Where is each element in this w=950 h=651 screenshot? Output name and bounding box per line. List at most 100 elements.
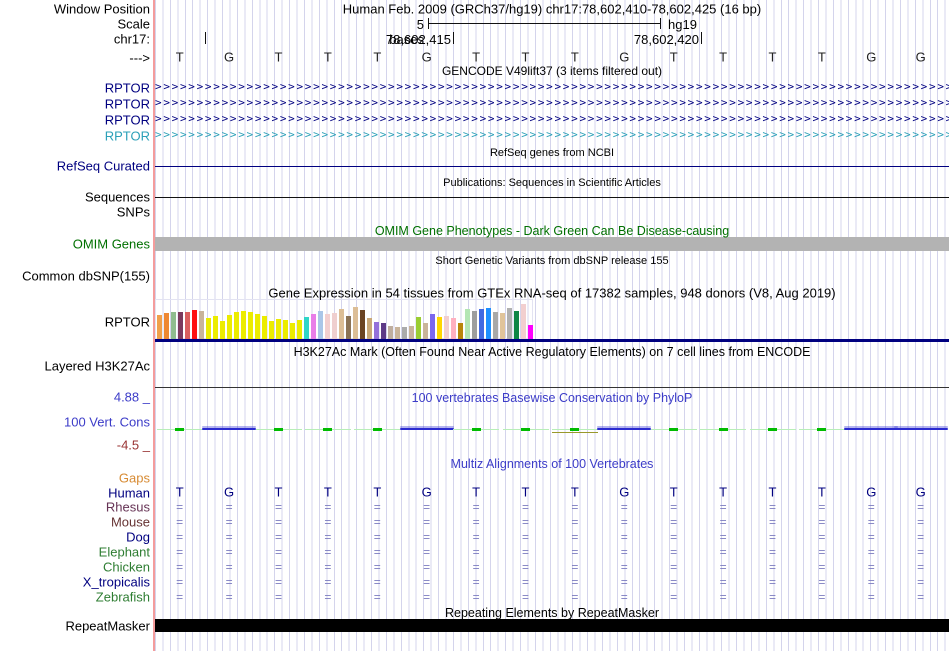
gtex-tissue-bar[interactable] bbox=[520, 304, 526, 339]
track-label-refseq-curated[interactable]: RefSeq Curated bbox=[0, 159, 167, 174]
phylop-mark-green[interactable] bbox=[372, 428, 382, 431]
gtex-tissue-bar[interactable] bbox=[331, 313, 337, 339]
phylop-mark-blue[interactable] bbox=[893, 428, 948, 430]
gene-exon-arrows[interactable]: >>>>>>>>>>>>>>>>>>>>>>>>>>>>>>>>>>>>>>>>… bbox=[155, 80, 949, 94]
gtex-tissue-bar[interactable] bbox=[527, 325, 533, 339]
gtex-tissue-bar[interactable] bbox=[184, 312, 190, 339]
track-label-omim-genes[interactable]: OMIM Genes bbox=[0, 237, 170, 252]
multiz-species-label-mouse[interactable]: Mouse bbox=[0, 515, 150, 530]
gtex-tissue-bar[interactable] bbox=[219, 321, 225, 339]
repeatmasker-element-bar[interactable] bbox=[155, 619, 949, 632]
phylop-mark-blue[interactable] bbox=[202, 428, 257, 430]
multiz-species-label-x_tropicalis[interactable]: X_tropicalis bbox=[0, 575, 150, 590]
gtex-tissue-bar[interactable] bbox=[499, 313, 505, 339]
gtex-tissue-bar[interactable] bbox=[394, 327, 400, 339]
gene-exon-arrows[interactable]: >>>>>>>>>>>>>>>>>>>>>>>>>>>>>>>>>>>>>>>>… bbox=[155, 96, 949, 110]
gtex-tissue-bar[interactable] bbox=[163, 313, 169, 339]
gtex-tissue-bar[interactable] bbox=[401, 327, 407, 339]
phylop-mark-green[interactable] bbox=[718, 428, 728, 431]
gtex-tissue-bar[interactable] bbox=[198, 311, 204, 339]
gene-exon-arrows[interactable]: >>>>>>>>>>>>>>>>>>>>>>>>>>>>>>>>>>>>>>>>… bbox=[155, 128, 949, 142]
phylop-mark-blue[interactable] bbox=[399, 428, 454, 430]
multiz-species-label-dog[interactable]: Dog bbox=[0, 530, 150, 545]
gtex-tissue-bar[interactable] bbox=[506, 308, 512, 339]
gtex-tissue-bar[interactable] bbox=[191, 310, 197, 339]
phylop-mark-green[interactable] bbox=[669, 428, 679, 431]
gtex-gene-model-bar[interactable] bbox=[155, 339, 949, 342]
phylop-mark-green[interactable] bbox=[521, 428, 530, 431]
gtex-tissue-bar[interactable] bbox=[387, 326, 393, 339]
gtex-tissue-bar[interactable] bbox=[492, 312, 498, 339]
gtex-tissue-bar[interactable] bbox=[170, 312, 176, 339]
refseq-gene-line[interactable] bbox=[155, 166, 949, 167]
gtex-tissue-bar[interactable] bbox=[177, 312, 183, 339]
phylop-mark-green[interactable] bbox=[768, 428, 777, 431]
gtex-tissue-bar[interactable] bbox=[485, 308, 491, 339]
track-label-common-dbsnp[interactable]: Common dbSNP(155) bbox=[0, 269, 164, 284]
track-label-layered-h3k27ac[interactable]: Layered H3K27Ac bbox=[0, 359, 195, 374]
phylop-mark-green[interactable] bbox=[817, 428, 827, 431]
gtex-tissue-bar[interactable] bbox=[268, 321, 274, 339]
gtex-tissue-bar[interactable] bbox=[478, 309, 484, 339]
gtex-tissue-bar[interactable] bbox=[310, 314, 316, 339]
multiz-species-label-zebrafish[interactable]: Zebrafish bbox=[0, 590, 150, 605]
phylop-mark-green[interactable] bbox=[471, 428, 481, 431]
gtex-tissue-bar[interactable] bbox=[247, 312, 253, 339]
gene-label-rptor-4[interactable]: RPTOR bbox=[0, 129, 150, 144]
gtex-gene-label[interactable]: RPTOR bbox=[0, 315, 150, 330]
gtex-tissue-bar[interactable] bbox=[429, 314, 435, 339]
gene-label-rptor-2[interactable]: RPTOR bbox=[0, 97, 150, 112]
gtex-tissue-bar[interactable] bbox=[226, 315, 232, 339]
gene-exon-arrows[interactable]: >>>>>>>>>>>>>>>>>>>>>>>>>>>>>>>>>>>>>>>>… bbox=[155, 112, 949, 126]
gtex-tissue-bar[interactable] bbox=[443, 316, 449, 339]
track-label-snps[interactable]: SNPs bbox=[0, 205, 167, 220]
multiz-species-label-rhesus[interactable]: Rhesus bbox=[0, 500, 150, 515]
gtex-tissue-bar[interactable] bbox=[317, 311, 323, 339]
gtex-tissue-bar[interactable] bbox=[282, 320, 288, 339]
gtex-tissue-bar[interactable] bbox=[373, 322, 379, 339]
gtex-tissue-bar[interactable] bbox=[324, 314, 330, 339]
track-label-sequences[interactable]: Sequences bbox=[0, 190, 167, 205]
track-label-repeatmasker[interactable]: RepeatMasker bbox=[0, 619, 167, 634]
gtex-tissue-bar[interactable] bbox=[436, 317, 442, 339]
gtex-tissue-bar[interactable] bbox=[345, 316, 351, 339]
multiz-human-label[interactable]: Human bbox=[0, 486, 150, 501]
gtex-tissue-bar[interactable] bbox=[338, 309, 344, 339]
multiz-species-label-chicken[interactable]: Chicken bbox=[0, 560, 150, 575]
phylop-mark-green[interactable] bbox=[175, 428, 185, 431]
gtex-tissue-bar[interactable] bbox=[422, 323, 428, 339]
gtex-tissue-bar[interactable] bbox=[471, 311, 477, 339]
publications-item-line[interactable] bbox=[155, 197, 949, 198]
gtex-tissue-bar[interactable] bbox=[254, 314, 260, 339]
gtex-tissue-bar[interactable] bbox=[415, 317, 421, 339]
gtex-tissue-bar[interactable] bbox=[275, 319, 281, 339]
track-label-vert-cons[interactable]: 100 Vert. Cons bbox=[0, 415, 187, 430]
gtex-tissue-bar[interactable] bbox=[450, 318, 456, 339]
gtex-tissue-bar[interactable] bbox=[240, 311, 246, 339]
gene-label-rptor-3[interactable]: RPTOR bbox=[0, 113, 150, 128]
phylop-mark-blue[interactable] bbox=[844, 428, 899, 430]
gtex-tissue-bar[interactable] bbox=[464, 309, 470, 339]
gtex-tissue-bar[interactable] bbox=[408, 326, 414, 339]
gtex-tissue-bar[interactable] bbox=[359, 310, 365, 339]
multiz-gaps-label[interactable]: Gaps bbox=[0, 471, 150, 486]
gtex-tissue-bar[interactable] bbox=[261, 316, 267, 339]
gtex-tissue-bar[interactable] bbox=[289, 323, 295, 339]
gtex-tissue-bar[interactable] bbox=[457, 323, 463, 339]
omim-gene-bar[interactable] bbox=[155, 237, 949, 251]
gtex-tissue-bar[interactable] bbox=[212, 316, 218, 339]
gtex-tissue-bar[interactable] bbox=[156, 315, 162, 339]
gtex-tissue-bar[interactable] bbox=[513, 311, 519, 339]
gtex-tissue-bar[interactable] bbox=[205, 318, 211, 339]
phylop-mark-blue[interactable] bbox=[597, 428, 652, 430]
gtex-tissue-bar[interactable] bbox=[366, 318, 372, 339]
gtex-tissue-bar[interactable] bbox=[233, 312, 239, 339]
phylop-mark-green[interactable] bbox=[323, 428, 333, 431]
gtex-tissue-bar[interactable] bbox=[303, 317, 309, 339]
phylop-mark-khaki[interactable] bbox=[551, 432, 598, 433]
gtex-tissue-bar[interactable] bbox=[296, 320, 302, 339]
gtex-tissue-bar[interactable] bbox=[352, 307, 358, 339]
phylop-mark-green[interactable] bbox=[570, 428, 580, 431]
gtex-tissue-bar[interactable] bbox=[380, 323, 386, 339]
multiz-species-label-elephant[interactable]: Elephant bbox=[0, 545, 150, 560]
